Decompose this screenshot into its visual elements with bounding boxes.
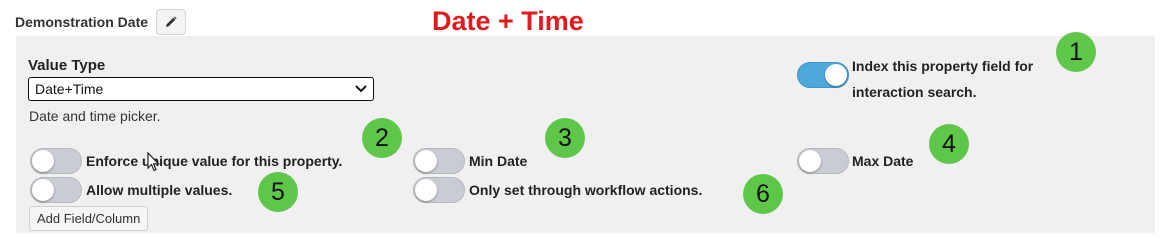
unique-value-toggle[interactable] [30,148,82,174]
add-field-column-button[interactable]: Add Field/Column [29,206,149,231]
toggle-knob [32,150,54,172]
annotation-badge-2: 2 [362,118,402,158]
min-date-toggle[interactable] [413,148,465,174]
min-date-label: Min Date [469,153,528,169]
multiple-values-label: Allow multiple values. [86,182,233,198]
annotation-badge-6: 6 [743,174,783,214]
annotation-title: Date + Time [432,6,584,36]
workflow-only-toggle[interactable] [413,177,465,203]
value-type-helper: Date and time picker. [29,108,161,124]
annotation-badge-3: 3 [545,118,585,158]
value-type-selected: Date+Time [35,81,104,97]
value-type-select[interactable]: Date+Time [28,77,374,101]
unique-value-label: Enforce unique value for this property. [86,153,343,169]
annotation-badge-4: 4 [929,124,969,164]
toggle-knob [32,179,54,201]
mouse-cursor-icon [147,152,160,172]
toggle-knob [415,150,437,172]
workflow-only-label: Only set through workflow actions. [469,182,703,198]
edit-property-button[interactable] [156,9,187,35]
index-search-label: Index this property field for interactio… [852,58,1034,100]
max-date-toggle[interactable] [797,148,849,174]
toggle-knob [825,64,847,86]
value-type-label: Value Type [28,57,106,74]
index-search-toggle[interactable] [797,62,849,88]
annotation-badge-5: 5 [258,172,298,212]
multiple-values-toggle[interactable] [30,177,82,203]
chevron-down-icon [355,85,367,93]
toggle-knob [415,179,437,201]
property-name: Demonstration Date [15,14,149,30]
pencil-icon [166,16,177,27]
property-header: Demonstration Date [15,8,187,36]
max-date-label: Max Date [852,153,914,169]
annotation-badge-1: 1 [1056,32,1096,72]
toggle-knob [799,150,821,172]
